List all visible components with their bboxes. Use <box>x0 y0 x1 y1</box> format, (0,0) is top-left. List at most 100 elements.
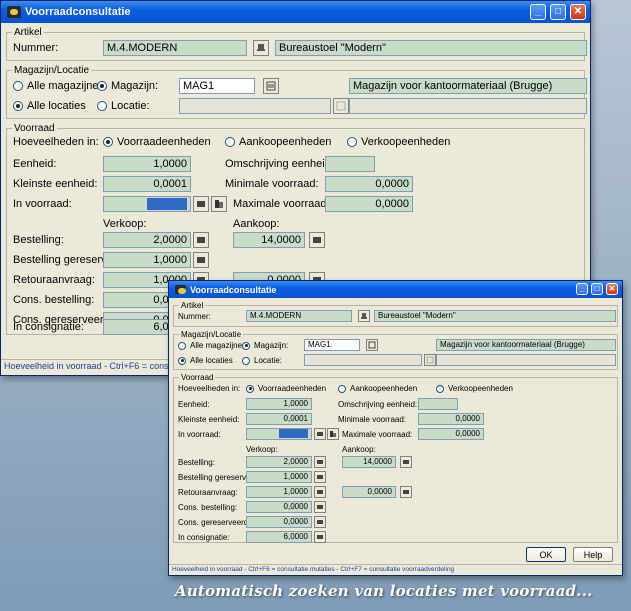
lookup-list-icon[interactable] <box>333 98 349 114</box>
in-voorraad-field[interactable]: 27,0000 <box>103 196 191 212</box>
verkoop-header: Verkoop: <box>103 218 147 230</box>
artikel-group: Artikel Nummer: M.4.MODERN Bureaustoel "… <box>6 27 587 61</box>
locatie-field[interactable] <box>179 98 331 114</box>
consult-mutaties-icon[interactable] <box>314 428 326 440</box>
detail-icon[interactable] <box>314 531 326 543</box>
in-consignatie-label: In consignatie: <box>13 321 84 333</box>
lookup-chair-icon[interactable] <box>358 310 370 322</box>
radio-aankoopeenheden[interactable]: Aankoopeenheden <box>225 136 331 148</box>
radio-alle-magazijnen[interactable]: Alle magazijnen <box>13 80 105 92</box>
eenheid-field: 1,0000 <box>103 156 191 172</box>
magazijn-legend: Magazijn/Locatie <box>181 330 242 339</box>
radio-label: Alle magazijnen <box>27 80 105 92</box>
artikel-group: Artikel Nummer: M.4.MODERN Bureaustoel "… <box>173 301 618 327</box>
radio-dot <box>242 341 250 350</box>
radio-label: Alle locaties <box>27 100 86 112</box>
magazijn-group: Magazijn/Locatie Alle magazijnen Magazij… <box>173 330 618 370</box>
detail-icon[interactable] <box>314 471 326 483</box>
maximize-button[interactable]: □ <box>591 283 603 295</box>
radio-dot <box>13 101 23 111</box>
consult-verdeling-icon[interactable] <box>327 428 339 440</box>
bestelling-aankoop-field: 14,0000 <box>233 232 305 248</box>
omschrijving-field: Bureaustoel "Modern" <box>374 310 616 322</box>
radio-label: Voorraadeenheden <box>258 384 327 393</box>
bestelling-label: Bestelling: <box>178 458 215 467</box>
radio-dot <box>178 356 186 365</box>
detail-icon[interactable] <box>193 252 209 268</box>
radio-dot <box>436 384 444 393</box>
close-button[interactable]: ✕ <box>570 4 586 20</box>
minimize-button[interactable]: _ <box>576 283 588 295</box>
kleinste-field: 0,0001 <box>103 176 191 192</box>
radio-voorraadeenheden[interactable]: Voorraadeenheden <box>103 136 211 148</box>
in-voorraad-field[interactable]: 27,0000 <box>246 428 312 440</box>
detail-icon[interactable] <box>314 456 326 468</box>
lookup-list-icon[interactable] <box>424 354 436 366</box>
locatie-desc-field <box>436 354 616 366</box>
ok-button[interactable]: OK <box>526 547 566 562</box>
app-icon <box>175 285 186 294</box>
cons-bestelling-label: Cons. bestelling: <box>178 503 238 512</box>
radio-dot <box>97 101 107 111</box>
close-button[interactable]: ✕ <box>606 283 618 295</box>
detail-icon[interactable] <box>400 486 412 498</box>
detail-icon[interactable] <box>314 516 326 528</box>
help-button[interactable]: Help <box>573 547 613 562</box>
detail-icon[interactable] <box>400 456 412 468</box>
radio-alle-locaties[interactable]: Alle locaties <box>178 356 233 365</box>
radio-label: Verkoopeenheden <box>361 136 451 148</box>
kleinste-label: Kleinste eenheid: <box>178 415 240 424</box>
radio-label: Aankoopeenheden <box>350 384 418 393</box>
radio-alle-magazijnen[interactable]: Alle magazijnen <box>178 341 246 350</box>
magazijn-field[interactable]: MAG1 <box>304 339 360 351</box>
radio-locatie[interactable]: Locatie: <box>242 356 282 365</box>
max-field: 0,0000 <box>325 196 413 212</box>
magazijn-field[interactable]: MAG1 <box>179 78 255 94</box>
radio-magazijn[interactable]: Magazijn: <box>242 341 288 350</box>
radio-dot <box>178 341 186 350</box>
nummer-field[interactable]: M.4.MODERN <box>103 40 247 56</box>
hoeveelheden-label: Hoeveelheden in: <box>13 136 99 148</box>
locatie-field[interactable] <box>304 354 422 366</box>
voorraad-group: Voorraad Hoeveelheden in: Voorraadeenhed… <box>173 373 618 543</box>
front-titlebar[interactable]: Voorraadconsultatie _ □ ✕ <box>169 281 622 298</box>
radio-label: Alle locaties <box>190 356 233 365</box>
radio-voorraadeenheden[interactable]: Voorraadeenheden <box>246 384 326 393</box>
radio-locatie[interactable]: Locatie: <box>97 100 150 112</box>
nummer-label: Nummer: <box>178 312 211 321</box>
radio-label: Locatie: <box>111 100 150 112</box>
omschr-eenheid-field <box>325 156 375 172</box>
lookup-list-icon[interactable] <box>366 339 378 351</box>
radio-dot <box>103 137 113 147</box>
app-icon <box>7 6 21 18</box>
radio-aankoopeenheden[interactable]: Aankoopeenheden <box>338 384 417 393</box>
in-consignatie-field: 6,0000 <box>246 531 312 543</box>
detail-icon[interactable] <box>309 232 325 248</box>
consult-mutaties-icon[interactable] <box>193 196 209 212</box>
cons-bestelling-field: 0,0000 <box>246 501 312 513</box>
consult-verdeling-icon[interactable] <box>211 196 227 212</box>
radio-verkoopeenheden[interactable]: Verkoopeenheden <box>436 384 513 393</box>
nummer-field[interactable]: M.4.MODERN <box>246 310 352 322</box>
min-field: 0,0000 <box>325 176 413 192</box>
detail-icon[interactable] <box>314 486 326 498</box>
detail-icon[interactable] <box>314 501 326 513</box>
radio-alle-locaties[interactable]: Alle locaties <box>13 100 86 112</box>
back-titlebar[interactable]: Voorraadconsultatie _ □ ✕ <box>1 1 590 23</box>
radio-label: Alle magazijnen <box>190 341 247 350</box>
caption: Automatisch zoeken van locaties met voor… <box>175 582 593 600</box>
voorraad-legend: Voorraad <box>181 373 214 382</box>
window-title: Voorraadconsultatie <box>190 284 277 295</box>
selected-value: 27,0000 <box>279 429 308 438</box>
radio-magazijn[interactable]: Magazijn: <box>97 80 158 92</box>
cons-gereserveerd-label: Cons. gereserveerd: <box>178 518 251 527</box>
detail-icon[interactable] <box>193 232 209 248</box>
lookup-chair-icon[interactable] <box>253 40 269 56</box>
maximize-button[interactable]: □ <box>550 4 566 20</box>
lookup-list-icon[interactable] <box>263 78 279 94</box>
bestelling-gereserv-field: 1,0000 <box>103 252 191 268</box>
radio-verkoopeenheden[interactable]: Verkoopeenheden <box>347 136 450 148</box>
front-window: Voorraadconsultatie _ □ ✕ Artikel Nummer… <box>168 280 623 576</box>
minimize-button[interactable]: _ <box>530 4 546 20</box>
radio-label: Magazijn: <box>254 341 289 350</box>
